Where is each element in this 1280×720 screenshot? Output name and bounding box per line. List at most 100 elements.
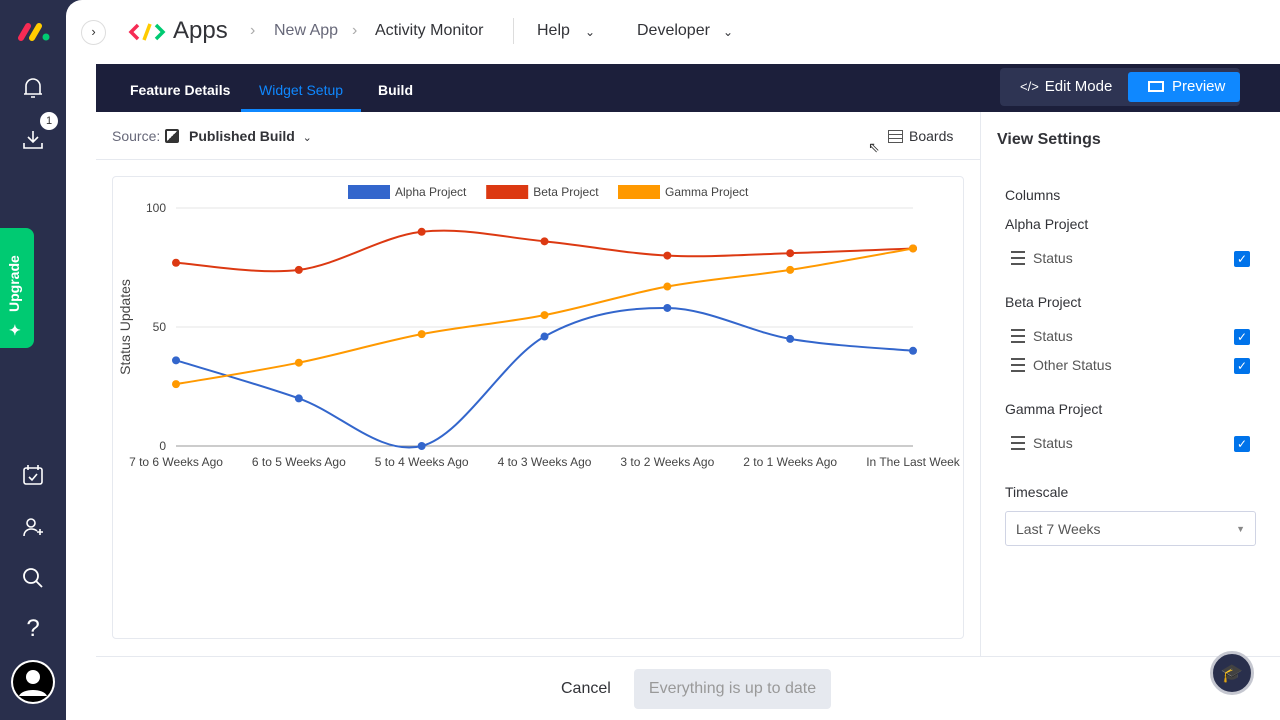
view-settings-title: View Settings	[997, 131, 1101, 148]
graduation-cap-icon: 🎓	[1220, 663, 1244, 683]
x-tick-label: 4 to 3 Weeks Ago	[498, 455, 592, 469]
columns-label: Columns	[1005, 187, 1061, 203]
column-group-title: Beta Project	[1005, 294, 1082, 310]
legend-label: Beta Project	[533, 185, 599, 199]
breadcrumb-activity-monitor: Activity Monitor	[375, 22, 484, 39]
source-label: Source:	[112, 128, 161, 144]
x-tick-label: In The Last Week	[866, 455, 961, 469]
avatar[interactable]	[11, 660, 55, 704]
data-point	[417, 330, 426, 339]
breadcrumb-new-app[interactable]: New App	[274, 22, 338, 40]
data-point	[663, 303, 672, 312]
y-tick-label: 0	[159, 439, 166, 453]
data-point	[540, 332, 549, 341]
boards-button[interactable]: Boards	[888, 128, 953, 144]
invite-user-icon[interactable]	[18, 512, 48, 542]
divider	[980, 112, 981, 656]
data-point	[786, 249, 795, 258]
y-tick-label: 50	[153, 320, 167, 334]
upgrade-label: Upgrade	[6, 255, 22, 312]
notification-badge: 1	[40, 112, 58, 130]
help-menu[interactable]: Help	[537, 22, 570, 40]
column-checkbox[interactable]: ✓	[1234, 358, 1250, 374]
cube-icon	[165, 129, 179, 143]
tab-build[interactable]: Build	[378, 64, 413, 112]
timescale-label: Timescale	[1005, 484, 1069, 500]
column-item-label: Status	[1033, 250, 1073, 266]
apps-title[interactable]: Apps	[173, 17, 228, 45]
data-point	[663, 282, 672, 291]
expand-sidebar-button[interactable]: ›	[81, 20, 106, 45]
mouse-cursor: ⇖	[868, 139, 880, 155]
learning-center-button[interactable]: 🎓	[1210, 651, 1254, 695]
table-icon	[888, 130, 903, 143]
preview-label: Preview	[1172, 78, 1226, 95]
x-tick-label: 5 to 4 Weeks Ago	[375, 455, 469, 469]
timescale-select[interactable]: Last 7 Weeks ▼	[1005, 511, 1256, 546]
column-group-title: Gamma Project	[1005, 401, 1103, 417]
search-icon[interactable]	[18, 563, 48, 593]
source-dropdown[interactable]: Published Build ⌄	[189, 128, 312, 144]
mode-toggle: </> Edit Mode Preview	[1000, 68, 1240, 106]
data-point	[294, 265, 303, 274]
series-line	[175, 229, 914, 273]
bell-icon[interactable]	[18, 73, 48, 103]
data-point	[172, 258, 180, 267]
divider	[513, 18, 514, 44]
code-icon: </>	[1020, 79, 1039, 94]
data-point	[786, 334, 795, 343]
apps-code-icon	[128, 20, 166, 49]
data-point	[294, 394, 303, 403]
data-point	[540, 237, 549, 246]
legend-swatch	[486, 185, 529, 199]
x-tick-label: 2 to 1 Weeks Ago	[743, 455, 837, 469]
calendar-icon[interactable]	[18, 460, 48, 490]
sparkle-icon: ✦	[9, 322, 21, 338]
column-item-label: Status	[1033, 328, 1073, 344]
column-checkbox[interactable]: ✓	[1234, 251, 1250, 267]
legend-label: Alpha Project	[395, 185, 467, 199]
download-icon[interactable]	[18, 125, 48, 155]
boards-label: Boards	[909, 128, 954, 144]
data-point	[540, 311, 549, 320]
divider	[96, 656, 1280, 657]
tab-feature-details[interactable]: Feature Details	[130, 64, 230, 112]
x-tick-label: 7 to 6 Weeks Ago	[129, 455, 223, 469]
upgrade-button[interactable]: Upgrade ✦	[0, 228, 34, 348]
developer-menu[interactable]: Developer	[637, 22, 710, 40]
legend-label: Gamma Project	[665, 185, 749, 199]
cancel-button[interactable]: Cancel	[561, 680, 611, 698]
data-point	[663, 251, 672, 260]
data-point	[786, 265, 795, 274]
column-icon	[1011, 436, 1025, 450]
edit-mode-button[interactable]: </> Edit Mode	[1000, 68, 1128, 106]
chevron-down-icon[interactable]: ⌄	[585, 25, 595, 39]
monitor-icon	[1148, 81, 1164, 92]
source-value: Published Build	[189, 128, 295, 144]
data-point	[172, 380, 180, 389]
y-tick-label: 100	[146, 201, 166, 215]
column-checkbox[interactable]: ✓	[1234, 436, 1250, 452]
tab-widget-setup[interactable]: Widget Setup	[241, 64, 362, 112]
column-icon	[1011, 329, 1025, 343]
x-tick-label: 3 to 2 Weeks Ago	[620, 455, 714, 469]
data-point	[417, 227, 426, 236]
data-point	[909, 346, 917, 355]
chart-card: 0 50 100 7 to 6 Weeks Ago 6 to 5 Weeks Ago 5 …	[112, 176, 964, 639]
monday-logo[interactable]	[17, 22, 51, 42]
legend-swatch	[348, 185, 390, 199]
column-group-title: Alpha Project	[1005, 216, 1089, 232]
legend-swatch	[618, 185, 660, 199]
column-icon	[1011, 358, 1025, 372]
timescale-value: Last 7 Weeks	[1016, 521, 1101, 537]
preview-button[interactable]: Preview	[1128, 72, 1240, 102]
help-icon[interactable]: ?	[18, 614, 48, 644]
column-checkbox[interactable]: ✓	[1234, 329, 1250, 345]
data-point	[294, 358, 303, 367]
series-line	[175, 306, 914, 449]
data-point	[172, 356, 180, 365]
data-point	[909, 244, 917, 253]
column-icon	[1011, 251, 1025, 265]
column-item-label: Status	[1033, 435, 1073, 451]
chevron-down-icon[interactable]: ⌄	[723, 25, 733, 39]
